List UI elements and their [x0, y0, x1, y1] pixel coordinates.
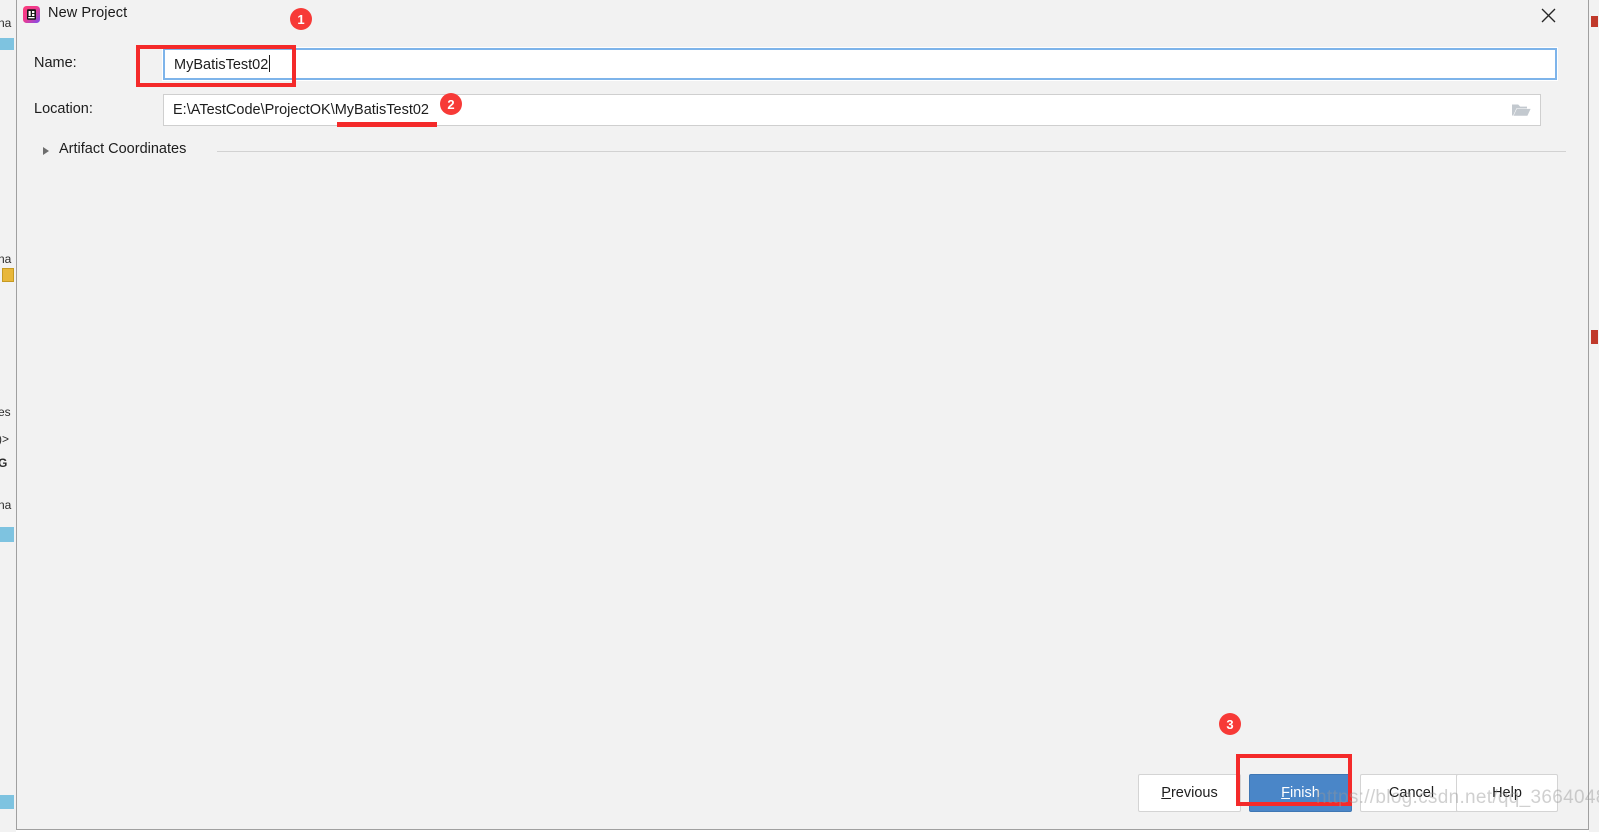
artifact-coordinates-label[interactable]: Artifact Coordinates [59, 141, 186, 157]
dialog-title-bar: New Project [17, 0, 1588, 30]
annotation-badge-2: 2 [440, 93, 462, 115]
background-text-fragment: na [0, 16, 12, 30]
name-field-row: Name: MyBatisTest02 [17, 47, 1588, 82]
previous-button[interactable]: Previous [1138, 774, 1241, 812]
background-selection-strip [0, 38, 14, 50]
previous-button-mnemonic: P [1161, 785, 1171, 801]
background-file-icon [2, 268, 14, 282]
annotation-badge-1: 1 [290, 8, 312, 30]
watermark: https://blog.csdn.net/qq_36640480 [1316, 787, 1599, 808]
background-text-fragment: na [0, 252, 12, 266]
location-label: Location: [34, 101, 93, 117]
text-caret [269, 55, 271, 72]
annotation-badge-3: 3 [1219, 713, 1241, 735]
background-selection-strip [0, 527, 14, 542]
new-project-dialog: New Project Name: MyBatisTest02 Location… [16, 0, 1589, 830]
background-marker [1591, 330, 1598, 344]
name-input-value: MyBatisTest02 [174, 57, 269, 73]
artifact-coordinates-section[interactable]: Artifact Coordinates [17, 140, 1588, 166]
name-input[interactable]: MyBatisTest02 [162, 47, 1558, 81]
background-selection-strip [0, 795, 14, 809]
background-ide-right-edge [1589, 0, 1599, 832]
section-divider [217, 151, 1566, 152]
background-text-fragment: )> [0, 432, 10, 446]
location-input-value: E:\ATestCode\ProjectOK\MyBatisTest02 [173, 102, 430, 118]
background-text-fragment: G [0, 456, 8, 470]
folder-open-icon[interactable] [1509, 99, 1535, 121]
previous-button-label: revious [1170, 785, 1218, 801]
close-icon[interactable] [1526, 0, 1570, 30]
dialog-title: New Project [48, 5, 128, 21]
name-label: Name: [34, 55, 77, 71]
location-field-row: Location: E:\ATestCode\ProjectOK\MyBatis… [17, 94, 1588, 128]
background-marker [1591, 16, 1598, 27]
finish-button-mnemonic: F [1281, 785, 1291, 801]
annotation-underline-location [337, 122, 437, 127]
background-text-fragment: es [0, 405, 11, 419]
chevron-right-icon[interactable] [43, 147, 49, 155]
intellij-idea-icon [23, 6, 40, 23]
background-text-fragment: na [0, 498, 12, 512]
background-ide-left-edge: na es )> G na na [0, 0, 16, 832]
